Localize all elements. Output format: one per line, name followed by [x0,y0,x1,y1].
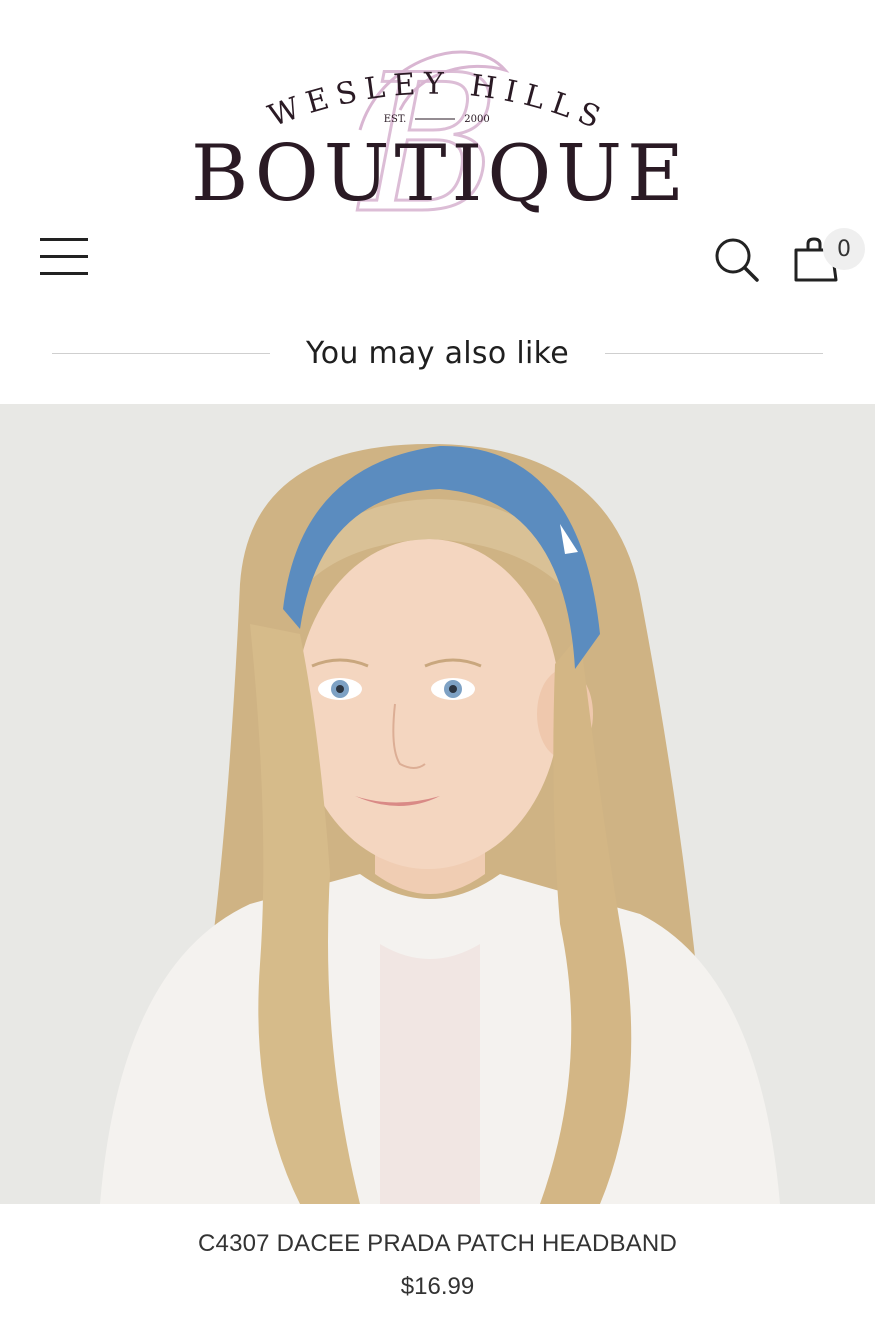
cart-count-badge[interactable]: 0 [823,228,865,270]
product-title-link[interactable]: C4307 DACEE PRADA PATCH HEADBAND [0,1230,875,1258]
logo-est-right: 2000 [464,114,489,125]
logo-est-left: EST. [384,114,407,125]
product-page: B WESLEY HILLS EST. 2000 BOUTIQUE 0 You … [0,0,875,1320]
section-title: You may also like [306,335,569,371]
heading-rule-right [604,352,824,354]
logo-line2: BOUTIQUE [191,129,689,219]
product-price: $16.99 [400,1273,475,1300]
product-image[interactable] [0,404,875,1204]
store-logo[interactable]: B WESLEY HILLS EST. 2000 BOUTIQUE [0,30,875,236]
hamburger-menu-icon[interactable] [40,238,88,276]
heading-rule-left [52,352,271,354]
search-icon[interactable] [712,235,760,283]
related-products-heading: You may also like [52,330,824,376]
